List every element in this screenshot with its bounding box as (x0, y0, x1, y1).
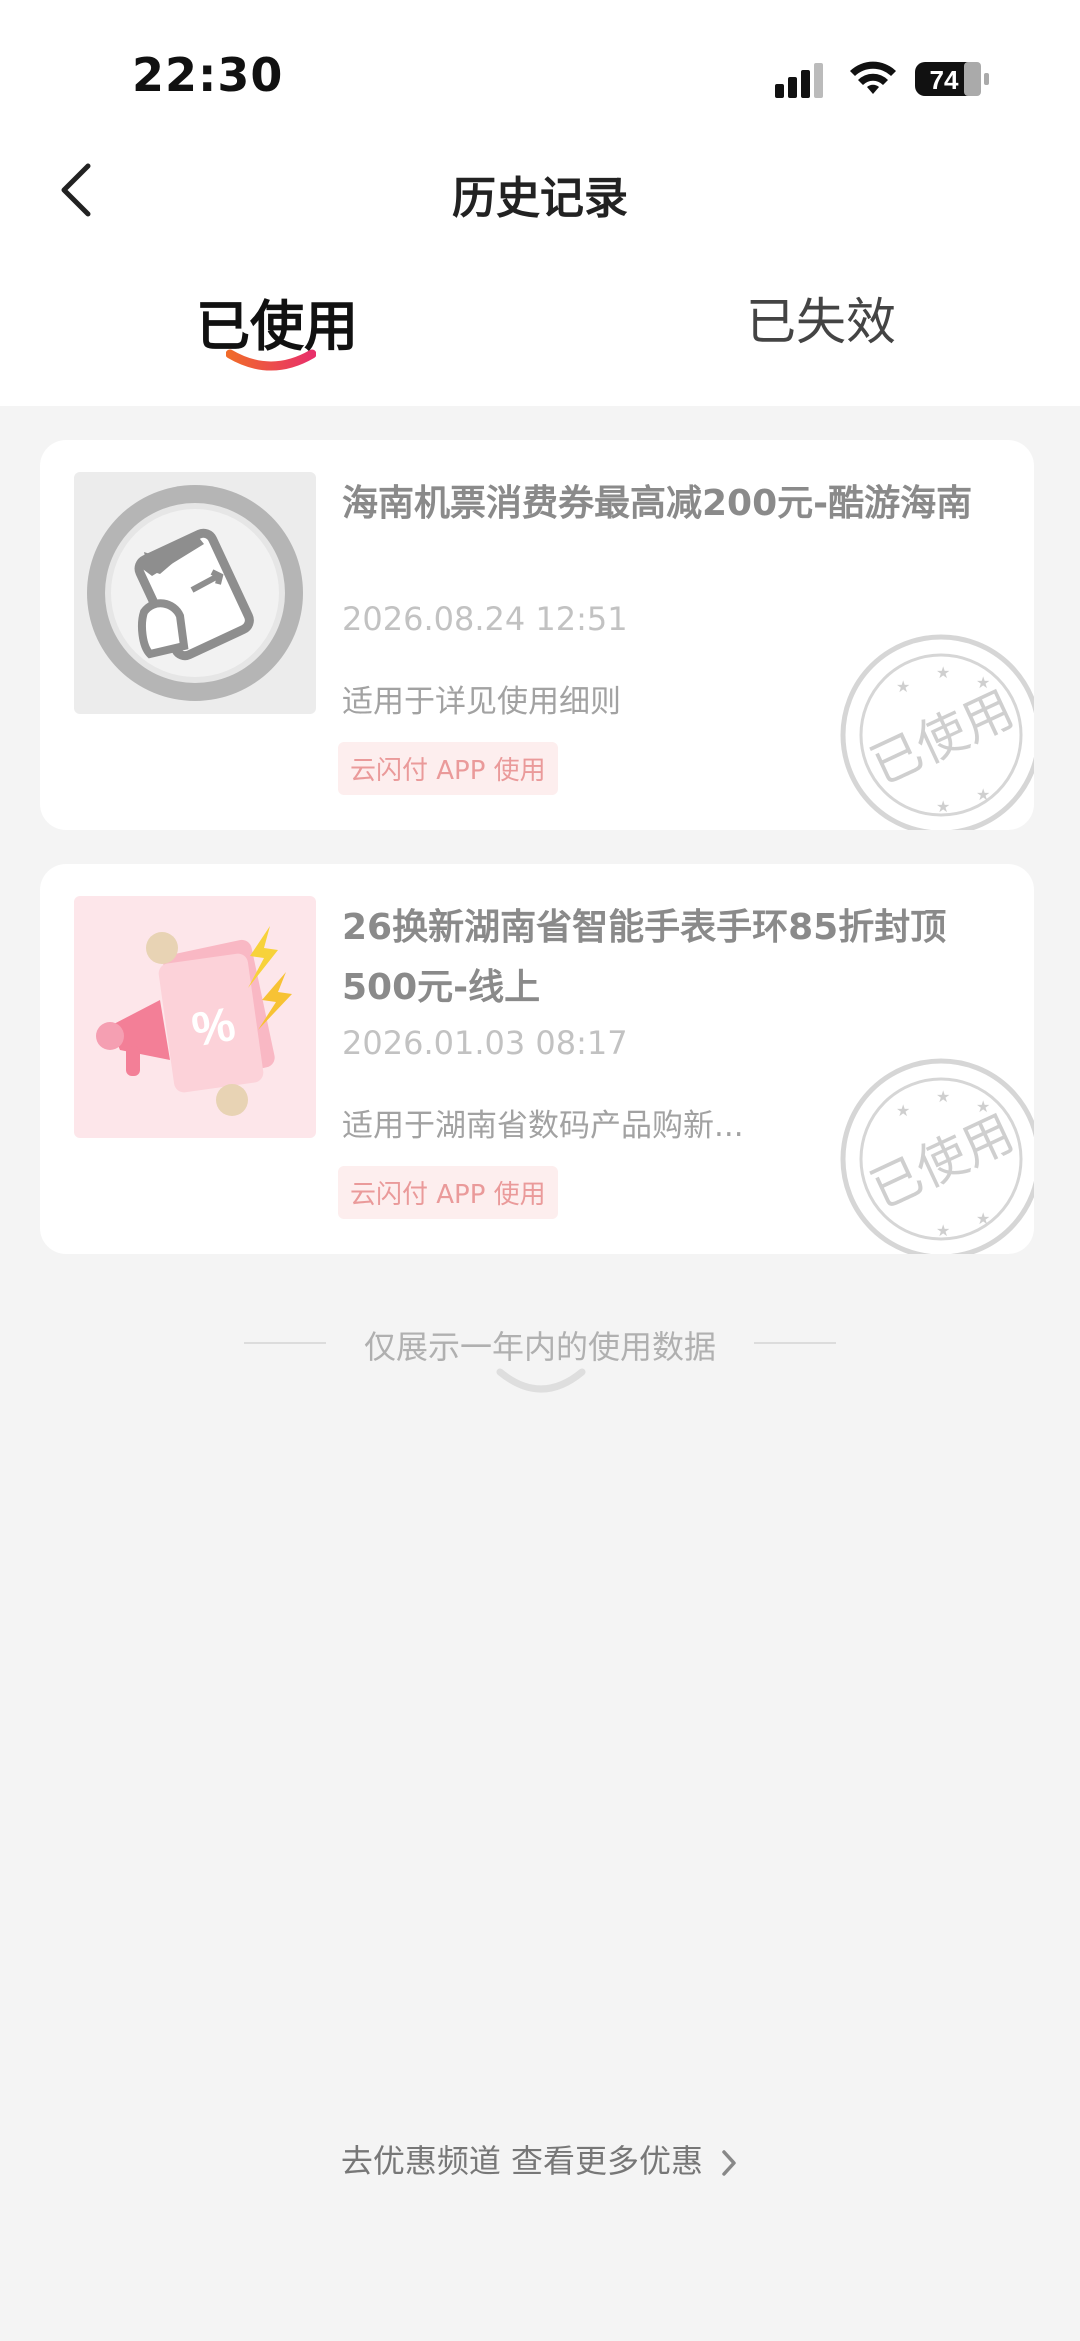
chevron-right-icon (722, 2150, 736, 2176)
used-stamp-icon: 已使用 ★ ★ ★ ★ ★ (840, 634, 1034, 830)
airplane-ticket-icon (87, 485, 303, 701)
tab-bar: 已使用 已失效 (0, 240, 1080, 406)
divider (754, 1342, 836, 1344)
battery-icon: 74 (915, 62, 989, 96)
coupon-card[interactable]: % 26换新湖南省智能手表手环85折封顶500元-线上 2026.01.03 0… (40, 864, 1034, 1254)
svg-text:★: ★ (896, 677, 910, 696)
page-title: 历史记录 (452, 173, 628, 224)
note-text: 仅展示一年内的使用数据 (363, 1328, 716, 1366)
coupon-description: 适用于详见使用细则 (342, 684, 621, 720)
discount-megaphone-icon: % (96, 926, 292, 1116)
svg-text:%: % (188, 998, 239, 1058)
coupon-tag: 云闪付 APP 使用 (338, 1166, 558, 1219)
svg-text:★: ★ (976, 1209, 990, 1228)
coupon-thumbnail: % (74, 896, 316, 1138)
svg-text:★: ★ (936, 1221, 950, 1240)
coupon-date: 2026.08.24 12:51 (342, 600, 628, 638)
coupon-thumbnail (74, 472, 316, 714)
more-offers-label: 去优惠频道 查看更多优惠 (340, 2142, 703, 2180)
svg-text:★: ★ (976, 785, 990, 804)
svg-text:★: ★ (976, 673, 990, 692)
more-offers-link[interactable]: 去优惠频道 查看更多优惠 (0, 2136, 1080, 2182)
svg-text:★: ★ (936, 797, 950, 816)
stamp-label: 已使用 (862, 1104, 1022, 1220)
svg-text:★: ★ (936, 1087, 950, 1106)
coupon-title: 26换新湖南省智能手表手环85折封顶500元-线上 (342, 907, 947, 1008)
wifi-icon (850, 61, 896, 94)
cellular-signal-icon (775, 63, 823, 98)
stamp-label: 已使用 (862, 680, 1022, 796)
nav-header: 历史记录 (0, 140, 1080, 240)
page: 22:30 74 历史记录 已使用 已失效 海南机票消费券最高减200元-酷游海… (0, 0, 1080, 2341)
tab-expired[interactable]: 已失效 (746, 282, 896, 354)
coupon-title: 海南机票消费券最高减200元-酷游海南 (342, 483, 973, 524)
coupon-description: 适用于湖南省数码产品购新... (342, 1108, 744, 1144)
coupon-tag: 云闪付 APP 使用 (338, 742, 558, 795)
battery-level: 74 (930, 65, 959, 95)
svg-text:★: ★ (936, 663, 950, 682)
coupon-date: 2026.01.03 08:17 (342, 1024, 628, 1062)
active-tab-indicator (226, 349, 316, 371)
used-stamp-icon: 已使用 ★ ★ ★ ★ ★ (840, 1058, 1034, 1254)
smile-decoration-icon (496, 1368, 586, 1393)
status-time: 22:30 (132, 48, 284, 102)
status-bar: 22:30 74 (0, 0, 1080, 140)
coupon-card[interactable]: 海南机票消费券最高减200元-酷游海南 2026.08.24 12:51 适用于… (40, 440, 1034, 830)
svg-text:★: ★ (976, 1097, 990, 1116)
svg-text:★: ★ (896, 1101, 910, 1120)
